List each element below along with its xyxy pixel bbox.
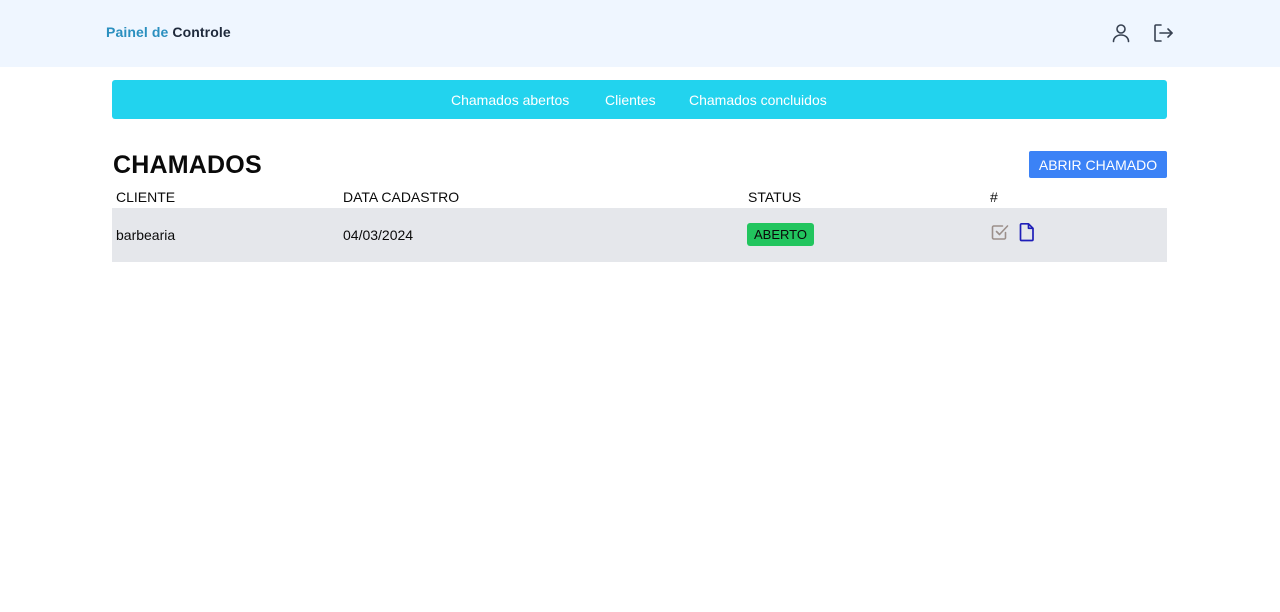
column-header-data-cadastro: DATA CADASTRO [343, 189, 460, 205]
brand-title: Painel de Controle [106, 24, 231, 40]
brand-part2: Controle [172, 24, 231, 40]
logout-icon[interactable] [1151, 21, 1175, 45]
nav-item-chamados-abertos[interactable]: Chamados abertos [451, 92, 569, 108]
nav-item-chamados-concluidos[interactable]: Chamados concluidos [689, 92, 827, 108]
document-icon[interactable] [1017, 222, 1037, 242]
column-header-status: STATUS [748, 189, 802, 205]
top-bar: Painel de Controle [0, 0, 1280, 67]
page-title: CHAMADOS [113, 151, 262, 179]
open-ticket-button[interactable]: ABRIR CHAMADO [1029, 151, 1167, 178]
nav-item-clientes[interactable]: Clientes [605, 92, 656, 108]
cell-cliente: barbearia [116, 227, 176, 243]
column-header-cliente: CLIENTE [116, 189, 176, 205]
brand-part1: Painel de [106, 24, 169, 40]
check-square-icon[interactable] [990, 222, 1010, 242]
cell-data-cadastro: 04/03/2024 [343, 227, 414, 243]
column-header-actions: # [990, 189, 998, 205]
user-icon[interactable] [1109, 21, 1133, 45]
status-badge: ABERTO [747, 223, 814, 246]
table-row: barbearia 04/03/2024 ABERTO [112, 208, 1167, 262]
main-nav: Chamados abertos Clientes Chamados concl… [112, 80, 1167, 119]
